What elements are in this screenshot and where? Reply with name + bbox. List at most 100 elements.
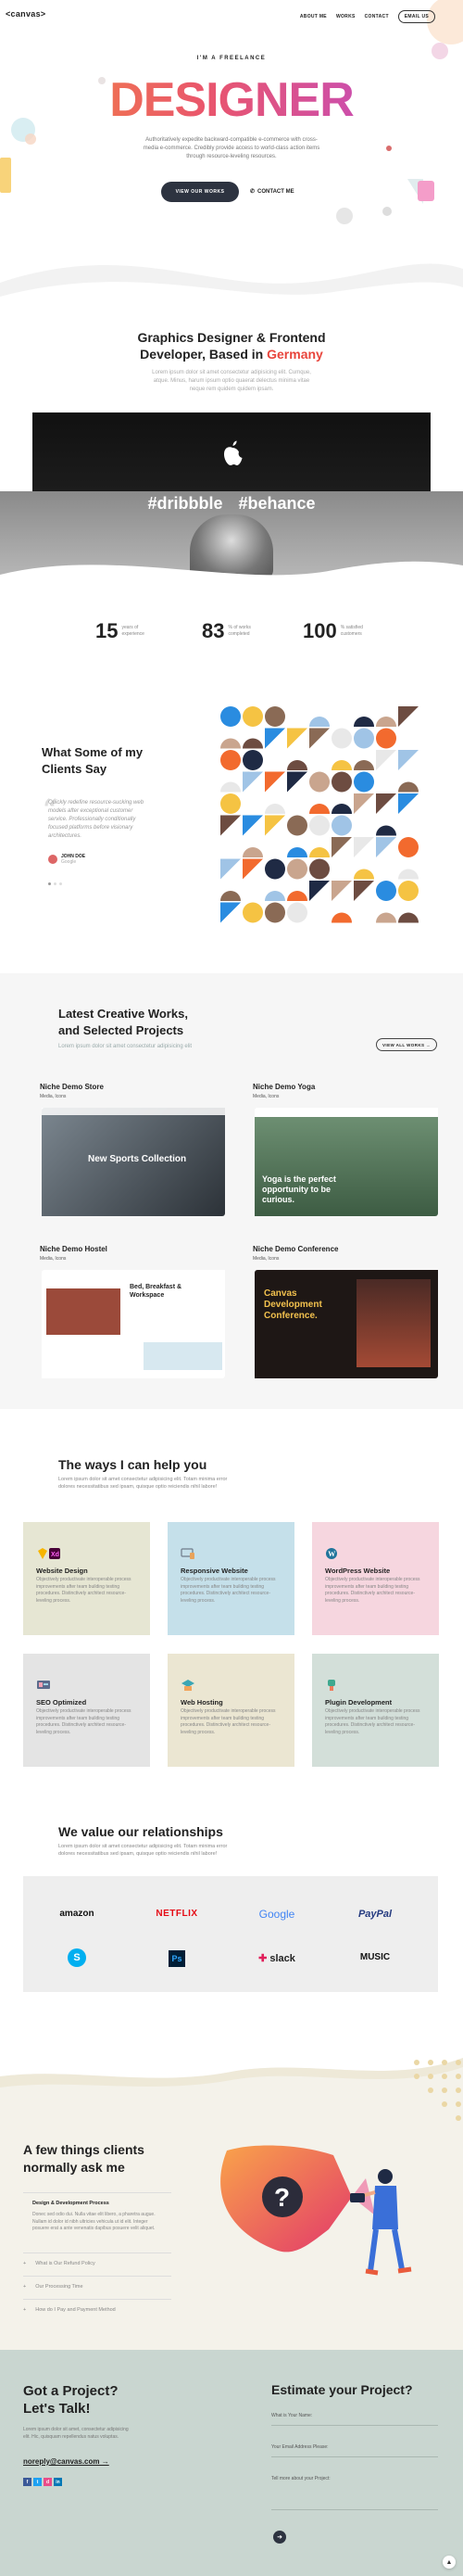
service-seo-optimized[interactable]: SEO Optimized Objectively productivate i…: [23, 1654, 150, 1767]
svg-text:W: W: [328, 1550, 335, 1558]
service-desc: Objectively productivate interoperable p…: [36, 1577, 131, 1604]
card-screenshot: New Sports Collection: [42, 1108, 225, 1216]
nav-contact[interactable]: CONTACT: [365, 14, 389, 19]
email-field[interactable]: Your Email Address Please:: [271, 2444, 438, 2457]
carousel-dot[interactable]: [59, 882, 62, 885]
mosaic-tile: [243, 858, 263, 880]
mosaic-tile: [376, 717, 396, 727]
site-logo[interactable]: <canvas>: [6, 9, 45, 19]
mosaic-tile: [398, 837, 419, 857]
responsive-devices-icon: [181, 1547, 195, 1560]
card-caption: Bed, Breakfast & Workspace: [130, 1284, 182, 1299]
hero-wave: [0, 263, 463, 324]
linkedin-icon[interactable]: in: [54, 2478, 62, 2486]
faq-item[interactable]: + Our Processing Time: [23, 2276, 171, 2290]
project-card-store[interactable]: Niche Demo Store Media, Icons New Sports…: [23, 1071, 225, 1216]
contact-email-link[interactable]: noreply@canvas.com →: [23, 2457, 109, 2466]
mosaic-tile: [265, 804, 285, 814]
sketch-xd-icon: Xd: [36, 1547, 60, 1560]
email-us-button[interactable]: EMAIL US: [397, 10, 435, 23]
mosaic-tile: [398, 912, 419, 923]
nav-about[interactable]: ABOUT ME: [300, 14, 327, 19]
mosaic-tile: [376, 750, 396, 770]
card-screenshot: Yoga is the perfect opportunity to be cu…: [255, 1108, 438, 1216]
facebook-icon[interactable]: f: [23, 2478, 31, 2486]
faq-question: Design & Development Process: [32, 2201, 109, 2206]
author-block: JOHN DOE Google: [61, 854, 85, 865]
projects-title: Latest Creative Works, and Selected Proj…: [58, 1006, 188, 1039]
estimate-title: Estimate your Project?: [271, 2382, 413, 2397]
dribbble-icon[interactable]: d: [44, 2478, 52, 2486]
contact-description: Lorem ipsum dolor sit amet, consectetur …: [23, 2427, 129, 2440]
service-responsive-website[interactable]: Responsive Website Objectively productiv…: [168, 1522, 294, 1635]
view-works-button[interactable]: VIEW OUR WORKS: [161, 182, 239, 202]
mosaic-tile: [309, 771, 330, 793]
testimonial-quote: Quickly redefine resource-sucking web mo…: [48, 800, 144, 839]
google-logo-icon: Google: [258, 1908, 295, 1921]
hero-title: DESIGNER: [0, 72, 463, 128]
screenshot-photo: [357, 1279, 431, 1367]
faq-item[interactable]: + How do I Pay and Payment Method: [23, 2299, 171, 2313]
mosaic-tile: [398, 793, 419, 814]
project-details-field[interactable]: Tell more about your Project:: [271, 2476, 438, 2510]
stat-number: 15: [95, 619, 119, 642]
mosaic-tile: [287, 858, 307, 880]
netflix-logo-icon: NETFLIX: [156, 1909, 198, 1919]
mosaic-tile: [265, 902, 285, 923]
card-caption: New Sports Collection: [88, 1154, 187, 1164]
submit-arrow-button[interactable]: ➜: [273, 2531, 286, 2544]
service-website-design[interactable]: Xd Website Design Objectively productiva…: [23, 1522, 150, 1635]
mosaic-tile: [220, 891, 241, 901]
faq-item-active[interactable]: Design & Development Process Donec sed o…: [23, 2192, 171, 2233]
twitter-icon[interactable]: t: [33, 2478, 42, 2486]
faq-item[interactable]: + What is Our Refund Policy: [23, 2252, 171, 2266]
faq-question: How do I Pay and Payment Method: [35, 2307, 116, 2313]
services-title: The ways I can help you: [58, 1457, 207, 1472]
nav-works[interactable]: WORKS: [336, 14, 356, 19]
service-title: Website Design: [36, 1567, 88, 1575]
apple-music-logo-icon: MUSIC: [338, 1952, 412, 1962]
carousel-dot[interactable]: [54, 882, 56, 885]
mosaic-tile: [220, 793, 241, 814]
card-subtitle: Media, Icons: [253, 1256, 280, 1262]
service-desc: Objectively productivate interoperable p…: [181, 1708, 276, 1735]
card-caption: Canvas Development Conference.: [264, 1288, 322, 1321]
service-web-hosting[interactable]: Web Hosting Objectively productivate int…: [168, 1654, 294, 1767]
social-hashtags[interactable]: #dribbble #behance: [0, 494, 463, 514]
service-wordpress-website[interactable]: W WordPress Website Objectively producti…: [312, 1522, 439, 1635]
apple-logo-icon: [224, 440, 243, 465]
card-subtitle: Media, Icons: [40, 1256, 67, 1262]
mosaic-tile: [398, 781, 419, 793]
screenshot-nav: [42, 1108, 225, 1115]
service-plugin-development[interactable]: Plugin Development Objectively productiv…: [312, 1654, 439, 1767]
mosaic-tile: [332, 760, 352, 770]
carousel-dots: [48, 882, 62, 885]
mosaic-tile: [309, 815, 330, 836]
carousel-dot[interactable]: [48, 882, 51, 885]
contact-me-link[interactable]: ✆ CONTACT ME: [250, 188, 294, 196]
mosaic-tile: [332, 837, 352, 857]
name-field[interactable]: What is Your Name:: [271, 2413, 438, 2426]
mosaic-tile: [287, 815, 307, 836]
scroll-to-top-button[interactable]: ▲: [443, 2556, 456, 2569]
service-title: Web Hosting: [181, 1698, 223, 1707]
faq-title-line1: A few things clients: [23, 2142, 144, 2157]
paypal-logo-icon: PayPal: [357, 1909, 393, 1920]
view-all-works-button[interactable]: VIEW ALL WORKS →: [376, 1038, 437, 1051]
photoshop-label: Ps: [169, 1950, 185, 1967]
stat-years: 15 years of experience: [95, 619, 153, 643]
question-illustration: ?: [220, 2145, 412, 2276]
service-title: Responsive Website: [181, 1567, 248, 1575]
social-icons: f t d in: [23, 2478, 62, 2486]
faq-wave: [0, 2039, 463, 2087]
project-card-yoga[interactable]: Niche Demo Yoga Media, Icons Yoga is the…: [236, 1071, 438, 1216]
skype-logo-icon: S: [68, 1948, 86, 1967]
projects-title-line2: and Selected Projects: [58, 1023, 184, 1037]
about-wave: [0, 561, 463, 593]
project-card-hostel[interactable]: Niche Demo Hostel Media, Icons Bed, Brea…: [23, 1233, 225, 1378]
mosaic-tile: [243, 706, 263, 727]
stat-label: years of experience: [121, 625, 144, 637]
stat-label: % of works completed: [228, 625, 251, 637]
project-card-conference[interactable]: Niche Demo Conference Media, Icons Canva…: [236, 1233, 438, 1378]
client-avatar-mosaic: [220, 706, 419, 923]
